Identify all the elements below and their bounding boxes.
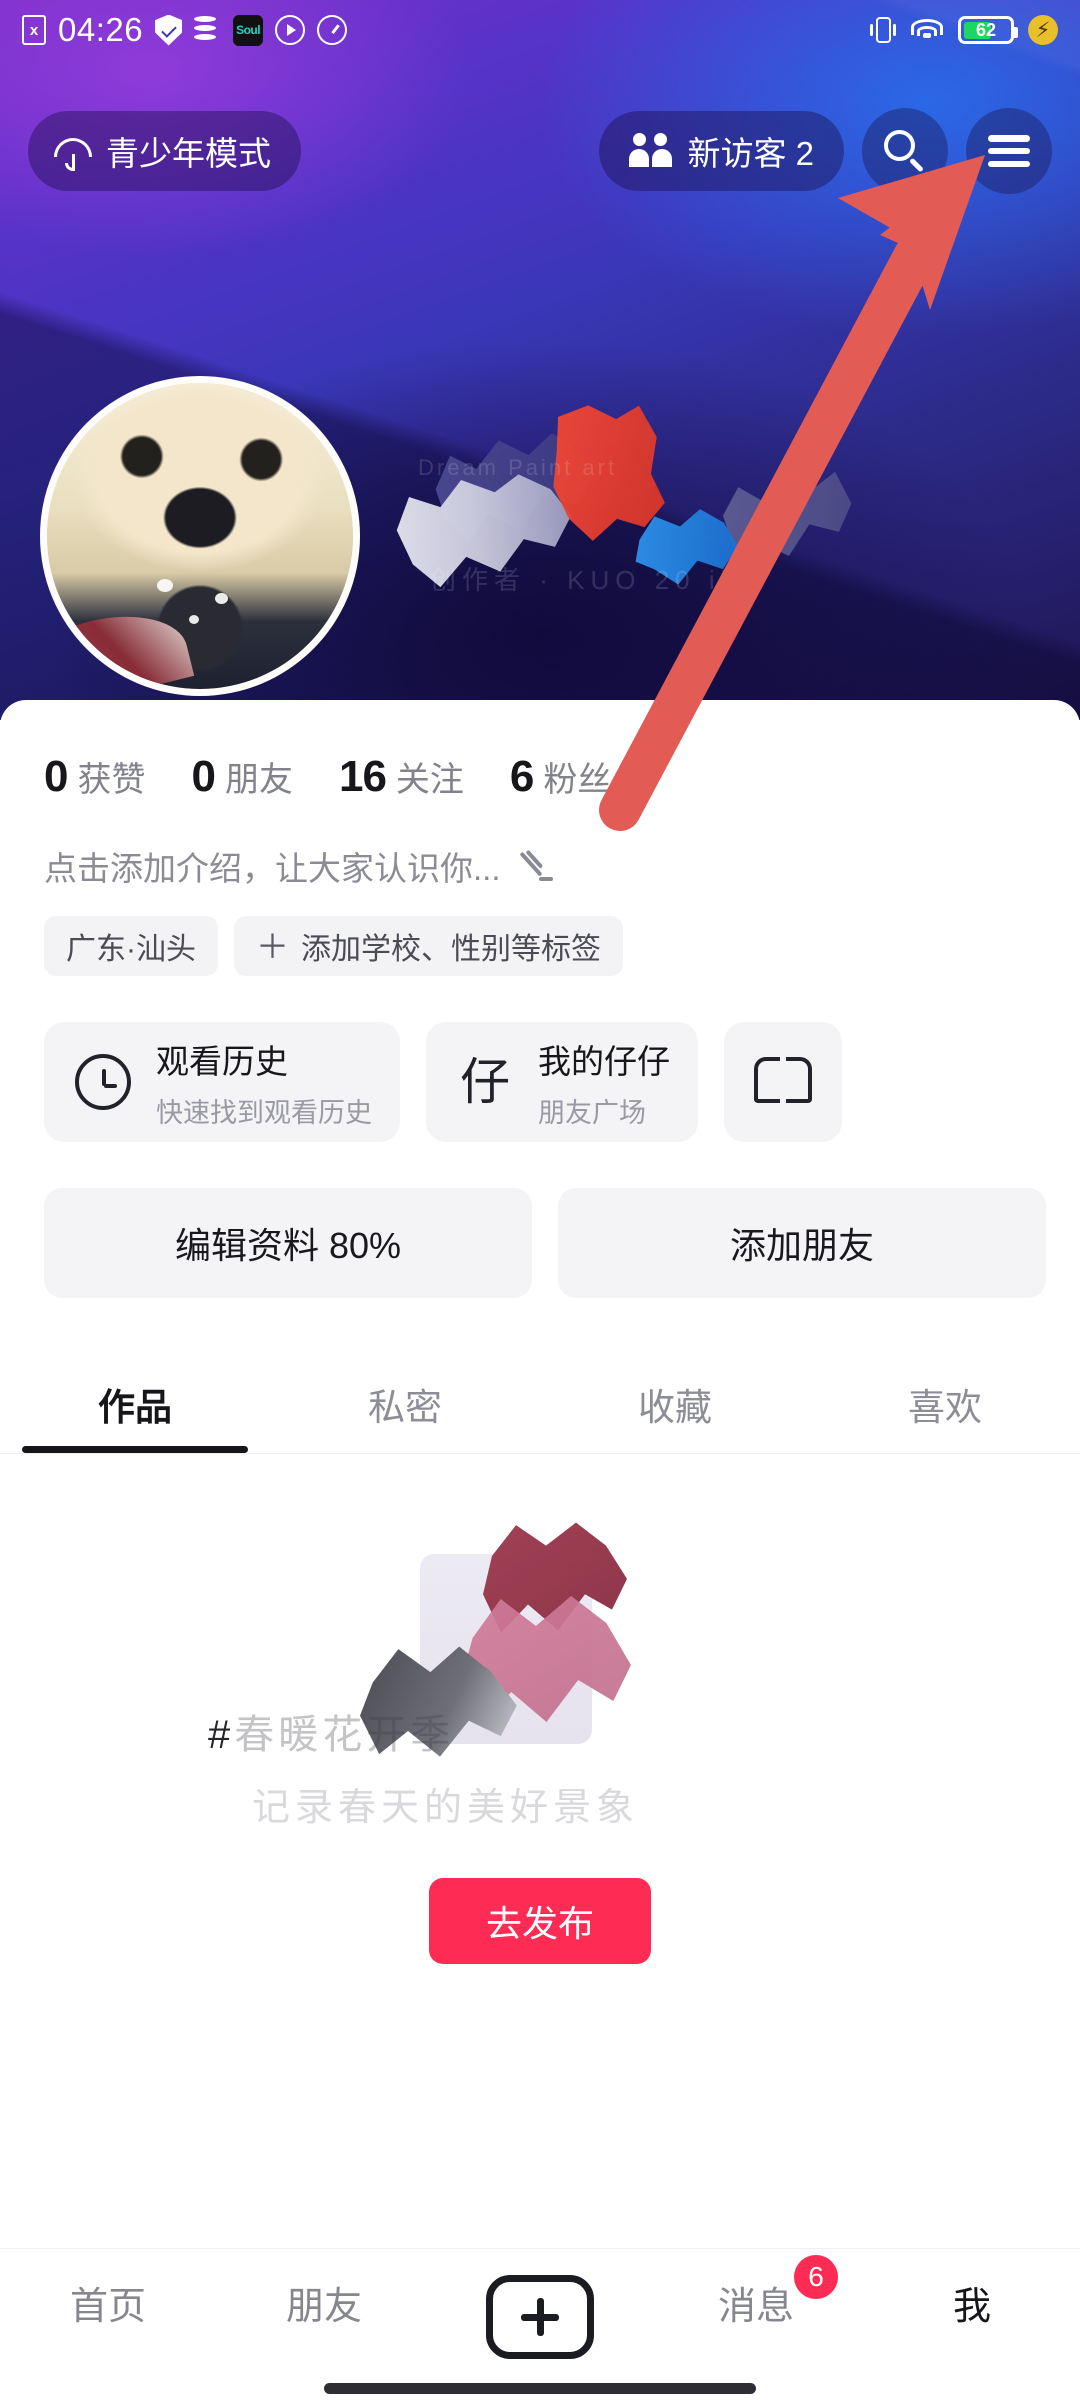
battery-icon: 62 <box>958 16 1018 44</box>
quick-card-watch-history[interactable]: 观看历史 快速找到观看历史 <box>44 1022 400 1142</box>
profile-tags: 广东·汕头 ＋ 添加学校、性别等标签 <box>0 890 1080 976</box>
bottom-nav-label: 消息 <box>717 2286 794 2328</box>
bio-row[interactable]: 点击添加介绍，让大家认识你... <box>0 802 1080 890</box>
quick-card-book[interactable] <box>724 1022 842 1142</box>
promo-subtitle: 记录春天的美好景象 <box>252 1787 640 1829</box>
bottom-nav-home[interactable]: 首页 <box>0 2275 216 2330</box>
profile-sheet: 0 获赞 0 朋友 16 关注 6 粉丝 点击添加介绍，让大家认识你... 广东… <box>0 700 1080 2408</box>
stat-followers[interactable]: 6 粉丝 <box>510 752 611 802</box>
message-badge: 6 <box>794 2255 838 2299</box>
promo-hashtag: #春暖花开季 <box>208 1702 454 1760</box>
bottom-nav-label: 首页 <box>69 2286 146 2328</box>
go-publish-button[interactable]: 去发布 <box>429 1878 651 1964</box>
content-tabs: 作品 私密 收藏 喜欢 <box>0 1354 1080 1454</box>
edit-profile-button[interactable]: 编辑资料 80% <box>44 1188 532 1298</box>
promo-illustration <box>420 1494 680 1794</box>
status-bar: x 04:26 Soul 62 ⚡ <box>0 0 1080 60</box>
home-indicator <box>324 2383 756 2394</box>
stat-friends[interactable]: 0 朋友 <box>191 752 292 802</box>
pencil-icon[interactable] <box>517 847 555 885</box>
bottom-nav-messages[interactable]: 消息 6 <box>648 2255 864 2330</box>
vibrate-icon <box>870 14 896 46</box>
new-visitors-label: 新访客 2 <box>687 135 814 172</box>
bottom-nav-friends[interactable]: 朋友 <box>216 2275 432 2330</box>
status-bar-clock: 04:26 <box>58 11 144 48</box>
database-warning-icon <box>194 15 221 45</box>
tab-works[interactable]: 作品 <box>0 1354 270 1453</box>
bottom-navigation: 首页 朋友 消息 6 我 <box>0 2248 1080 2408</box>
quick-card-subtitle: 朋友广场 <box>538 1097 646 1128</box>
quick-card-subtitle: 快速找到观看历史 <box>156 1097 372 1128</box>
tab-likes[interactable]: 喜欢 <box>810 1354 1080 1453</box>
status-bar-left: x 04:26 Soul <box>22 11 348 49</box>
promo-hashtag-text: 春暖花开季 <box>234 1713 455 1757</box>
bottom-nav-label: 朋友 <box>285 2286 362 2328</box>
empty-state-promo: #春暖花开季 记录春天的美好景象 去发布 <box>0 1454 1080 2014</box>
quick-card-my-zaizai[interactable]: 仔 我的仔仔 朋友广场 <box>426 1022 698 1142</box>
search-icon <box>884 130 926 173</box>
avatar-snow-fleck <box>157 579 173 592</box>
stat-label: 朋友 <box>224 761 293 799</box>
bottom-nav-me[interactable]: 我 <box>864 2275 1080 2330</box>
stat-likes[interactable]: 0 获赞 <box>44 752 145 802</box>
new-visitors-button[interactable]: 新访客 2 <box>599 111 844 191</box>
banner-watermark-line2: 创作者 · KUO 20 ill <box>430 565 745 595</box>
hamburger-menu-icon <box>988 135 1030 167</box>
stat-following[interactable]: 16 关注 <box>339 752 464 802</box>
tag-label: 添加学校、性别等标签 <box>301 933 601 966</box>
profile-stats: 0 获赞 0 朋友 16 关注 6 粉丝 <box>0 700 1080 802</box>
profile-action-row: 编辑资料 80% 添加朋友 <box>0 1142 1080 1298</box>
plus-create-icon <box>486 2275 594 2359</box>
stat-label: 获赞 <box>77 761 146 799</box>
wifi-icon <box>910 17 944 43</box>
sim-card-off-icon: x <box>22 15 46 45</box>
quick-card-title: 我的仔仔 <box>538 1042 670 1080</box>
status-bar-right: 62 ⚡ <box>870 14 1058 46</box>
banner-watermark-line1: Dream Paint art <box>418 455 618 480</box>
avatar[interactable] <box>40 376 360 696</box>
book-icon <box>752 1051 814 1113</box>
phone-screen: Dream Paint art 创作者 · KUO 20 ill x 04:26… <box>0 0 1080 2408</box>
quick-card-title: 观看历史 <box>156 1042 288 1080</box>
shield-check-icon <box>155 14 183 46</box>
stat-value: 0 <box>191 752 216 801</box>
stat-value: 16 <box>338 752 387 801</box>
plus-icon: ＋ <box>256 927 289 965</box>
stat-label: 关注 <box>395 761 464 799</box>
speedometer-icon <box>317 15 348 45</box>
people-icon <box>629 133 673 169</box>
top-navigation: 青少年模式 新访客 2 <box>0 96 1080 206</box>
tag-add-more[interactable]: ＋ 添加学校、性别等标签 <box>234 916 623 976</box>
history-clock-icon <box>72 1051 134 1113</box>
play-circle-icon <box>275 15 306 45</box>
zai-glyph-icon: 仔 <box>454 1051 516 1113</box>
stat-value: 6 <box>509 752 535 801</box>
tag-label: 广东·汕头 <box>66 933 196 966</box>
bio-placeholder: 点击添加介绍，让大家认识你... <box>44 850 501 887</box>
search-button[interactable] <box>862 108 948 194</box>
stat-value: 0 <box>44 752 69 801</box>
teen-mode-label: 青少年模式 <box>106 135 271 172</box>
tab-favorites[interactable]: 收藏 <box>540 1354 810 1453</box>
bottom-nav-label: 我 <box>952 2286 991 2328</box>
tab-private[interactable]: 私密 <box>270 1354 540 1453</box>
fast-charge-icon: ⚡ <box>1028 15 1058 45</box>
stat-label: 粉丝 <box>543 761 612 799</box>
add-friend-button[interactable]: 添加朋友 <box>558 1188 1046 1298</box>
avatar-snow-fleck <box>215 593 228 604</box>
quick-card-row: 观看历史 快速找到观看历史 仔 我的仔仔 朋友广场 <box>0 976 1080 1142</box>
tab-active-indicator <box>22 1446 248 1453</box>
zai-glyph: 仔 <box>460 1054 510 1110</box>
hamburger-menu-button[interactable] <box>966 108 1052 194</box>
tag-location[interactable]: 广东·汕头 <box>44 916 218 976</box>
teen-mode-button[interactable]: 青少年模式 <box>28 111 301 191</box>
bottom-nav-create[interactable] <box>432 2275 648 2359</box>
battery-level-label: 62 <box>975 19 997 40</box>
avatar-snow-fleck <box>189 615 199 624</box>
promo-hash-mark: # <box>208 1713 235 1757</box>
umbrella-icon <box>54 132 92 171</box>
soul-app-icon: Soul <box>233 14 264 46</box>
